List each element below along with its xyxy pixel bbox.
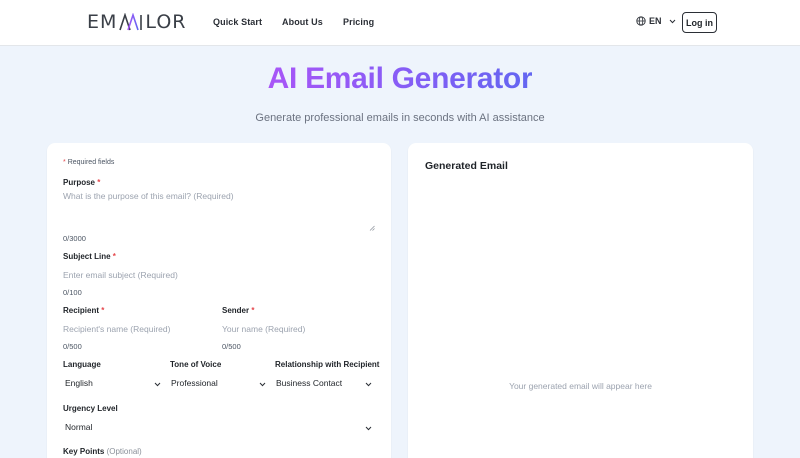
relationship-label: Relationship with Recipient	[275, 360, 380, 369]
recipient-label-text: Recipient	[63, 306, 100, 315]
chevron-down-icon	[154, 382, 161, 387]
language-switcher[interactable]: EN	[636, 16, 676, 26]
nav-about-us[interactable]: About Us	[282, 17, 323, 27]
purpose-label: Purpose *	[63, 178, 100, 187]
required-star: *	[251, 306, 255, 315]
purpose-label-text: Purpose	[63, 178, 96, 187]
relationship-select[interactable]: Business Contact	[275, 377, 372, 391]
login-button[interactable]: Log in	[682, 12, 717, 33]
recipient-label: Recipient *	[63, 306, 104, 315]
generated-email-card: Generated Email Your generated email wil…	[408, 143, 753, 458]
chevron-down-icon	[259, 382, 266, 387]
purpose-textarea[interactable]: What is the purpose of this email? (Requ…	[63, 191, 375, 231]
language-label: Language	[63, 360, 101, 369]
required-star: *	[112, 252, 116, 261]
recipient-char-count: 0/500	[63, 342, 82, 351]
sender-char-count: 0/500	[222, 342, 241, 351]
required-star: *	[97, 178, 101, 187]
chevron-down-icon	[365, 382, 372, 387]
tone-label: Tone of Voice	[170, 360, 222, 369]
chevron-down-icon	[365, 426, 372, 431]
required-fields-note: * Required fields	[63, 159, 114, 166]
required-note-text: Required fields	[67, 159, 115, 166]
key-points-label: Key Points (Optional)	[63, 447, 142, 456]
page-title: AI Email Generator	[0, 62, 800, 96]
sender-label-text: Sender	[222, 306, 250, 315]
relationship-select-value: Business Contact	[276, 378, 343, 388]
purpose-placeholder: What is the purpose of this email? (Requ…	[63, 191, 234, 201]
logo-text-right: LOR	[145, 11, 187, 33]
page-title-text: AI Email Generator	[267, 62, 533, 95]
subject-char-count: 0/100	[63, 288, 82, 297]
required-star: *	[63, 159, 66, 166]
nav-quick-start[interactable]: Quick Start	[213, 17, 262, 27]
logo-mark-icon	[119, 13, 143, 31]
tone-select-value: Professional	[171, 378, 218, 388]
urgency-select[interactable]: Normal	[63, 421, 372, 435]
generated-email-title: Generated Email	[425, 160, 508, 172]
nav-pricing[interactable]: Pricing	[343, 17, 374, 27]
tone-select[interactable]: Professional	[170, 377, 266, 391]
key-points-label-text: Key Points	[63, 447, 105, 456]
subject-placeholder: Enter email subject (Required)	[63, 270, 178, 280]
generated-email-placeholder: Your generated email will appear here	[509, 381, 652, 391]
emailor-logo[interactable]: EM LOR	[87, 11, 186, 33]
language-select[interactable]: English	[63, 377, 161, 391]
top-navbar: EM LOR Quick Start About Us Pricing EN L…	[0, 0, 800, 46]
urgency-select-value: Normal	[65, 422, 93, 432]
email-form-card: * Required fields Purpose * What is the …	[47, 143, 391, 458]
chevron-down-icon	[669, 19, 675, 23]
subject-label: Subject Line *	[63, 252, 116, 261]
optional-tag: (Optional)	[106, 447, 142, 456]
resize-handle-icon[interactable]	[369, 225, 375, 231]
sender-label: Sender *	[222, 306, 254, 315]
page-subtitle: Generate professional emails in seconds …	[255, 112, 545, 124]
urgency-label: Urgency Level	[63, 404, 118, 413]
globe-icon	[636, 16, 646, 26]
recipient-placeholder: Recipient's name (Required)	[63, 324, 171, 334]
recipient-input[interactable]: Recipient's name (Required)	[63, 324, 213, 338]
purpose-char-count: 0/3000	[63, 234, 86, 243]
sender-input[interactable]: Your name (Required)	[222, 324, 375, 338]
language-code: EN	[649, 16, 662, 26]
language-select-value: English	[65, 378, 93, 388]
required-star: *	[101, 306, 105, 315]
subject-label-text: Subject Line	[63, 252, 111, 261]
subject-input[interactable]: Enter email subject (Required)	[63, 270, 375, 284]
logo-text-left: EM	[87, 11, 118, 33]
sender-placeholder: Your name (Required)	[222, 324, 306, 334]
